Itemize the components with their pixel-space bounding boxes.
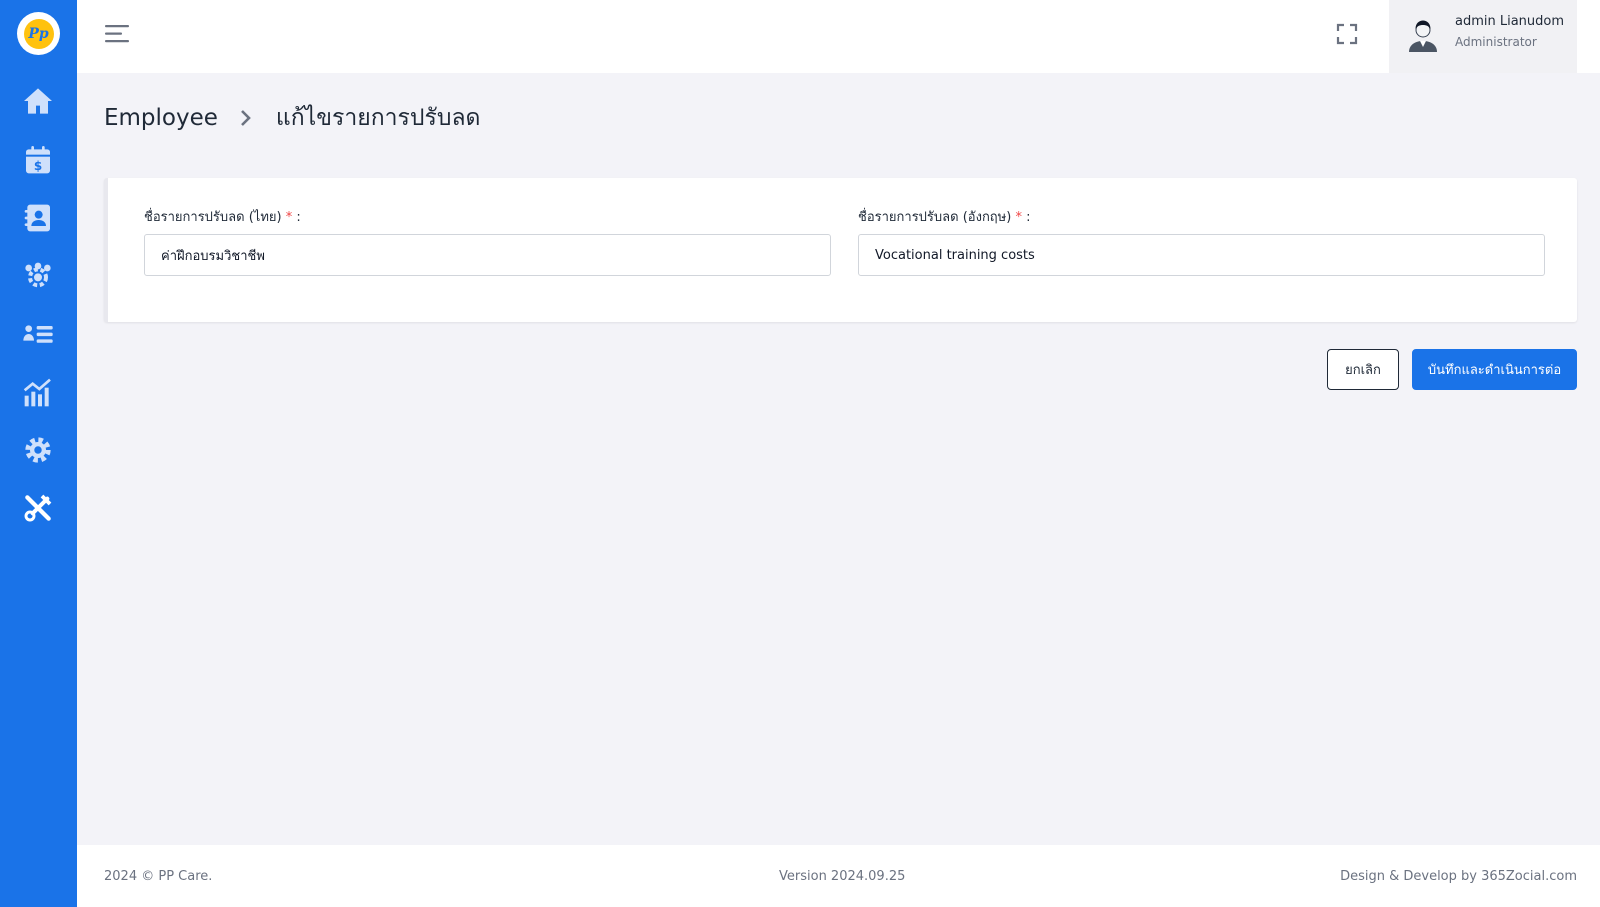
user-list-icon <box>23 325 53 343</box>
thai-name-field: ชื่อรายการปรับลด (ไทย) * : <box>144 206 831 276</box>
logo-text: Pp <box>23 18 54 49</box>
thai-name-label: ชื่อรายการปรับลด (ไทย) * : <box>144 210 301 225</box>
english-name-field: ชื่อรายการปรับลด (อังกฤษ) * : <box>858 206 1545 276</box>
nav-payroll-calendar[interactable]: $ <box>18 140 58 180</box>
nav-employee-list[interactable] <box>18 314 58 354</box>
users-gear-icon <box>25 262 51 288</box>
nav-teams[interactable] <box>18 256 58 296</box>
fullscreen-icon[interactable] <box>1335 22 1359 46</box>
breadcrumb-employee-link[interactable]: Employee <box>104 105 218 131</box>
english-name-input[interactable] <box>858 234 1545 276</box>
app-logo[interactable]: Pp <box>17 12 60 55</box>
english-name-label: ชื่อรายการปรับลด (อังกฤษ) * : <box>858 210 1031 225</box>
footer-credit: Design & Develop by 365Zocial.com <box>1340 869 1577 884</box>
nav-settings[interactable] <box>18 430 58 470</box>
nav-tools[interactable] <box>18 488 58 528</box>
page-title: แก้ไขรายการปรับลด <box>275 105 481 131</box>
footer-copyright: 2024 © PP Care. <box>104 869 213 884</box>
breadcrumb: Employee แก้ไขรายการปรับลด <box>104 100 481 136</box>
nav-reports[interactable] <box>18 373 58 413</box>
save-and-continue-button[interactable]: บันทึกและดำเนินการต่อ <box>1412 349 1577 390</box>
footer: 2024 © PP Care. Version 2024.09.25 Desig… <box>77 845 1600 907</box>
user-menu[interactable]: admin Lianudom Administrator <box>1389 0 1577 73</box>
home-icon <box>24 88 52 114</box>
menu-toggle-icon[interactable] <box>105 23 131 45</box>
nav-employees[interactable] <box>18 198 58 238</box>
user-role: Administrator <box>1455 35 1537 49</box>
nav-home[interactable] <box>18 81 58 121</box>
chevron-right-icon <box>241 110 251 126</box>
thai-name-input[interactable] <box>144 234 831 276</box>
top-header: admin Lianudom Administrator <box>77 0 1600 73</box>
cancel-button[interactable]: ยกเลิก <box>1327 349 1399 390</box>
user-name: admin Lianudom <box>1455 14 1565 29</box>
gear-icon <box>25 437 51 463</box>
footer-version: Version 2024.09.25 <box>779 869 906 884</box>
sidebar: Pp $ <box>0 0 77 907</box>
contact-book-icon <box>24 204 50 232</box>
tools-icon <box>24 494 52 522</box>
avatar <box>1409 20 1437 52</box>
form-card: ชื่อรายการปรับลด (ไทย) * : ชื่อรายการปรั… <box>104 178 1577 322</box>
chart-icon <box>23 378 51 407</box>
svg-text:$: $ <box>34 159 42 173</box>
calendar-dollar-icon: $ <box>26 146 50 174</box>
